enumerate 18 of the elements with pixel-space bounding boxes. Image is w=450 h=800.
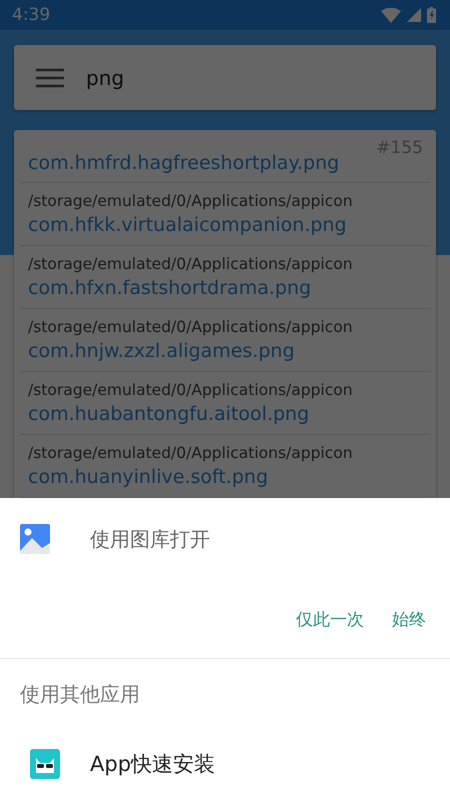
signal-icon [407, 8, 421, 22]
default-app-label[interactable]: 使用图库打开 [90, 526, 210, 552]
file-item[interactable]: /storage/emulated/0/Applications/appicon com.hfxn.fastshortdrama.png [20, 246, 430, 309]
status-time: 4:39 [12, 5, 52, 25]
file-item[interactable]: /storage/emulated/0/Applications/appicon com.hfkk.virtualaicompanion.png [20, 183, 430, 246]
menu-icon[interactable] [36, 68, 64, 88]
action-button[interactable]: 仅此一次 [286, 600, 374, 638]
file-item[interactable]: /storage/emulated/0/Applications/appicon com.hnjw.zxzl.aligames.png [20, 309, 430, 372]
battery-icon [427, 7, 436, 23]
app-icon [30, 749, 60, 779]
section-heading: 使用其他应用 [19, 681, 141, 708]
gallery-icon [20, 524, 50, 554]
file-item[interactable]: /storage/emulated/0/Applications/appicon com.huabantongfu.aitool.png [20, 372, 430, 435]
wifi-icon [381, 8, 401, 22]
app-option[interactable]: App快速安装 [0, 729, 450, 799]
search-field[interactable]: png [86, 66, 436, 90]
search-bar[interactable]: png [14, 45, 436, 110]
action-button[interactable]: 始终 [382, 600, 436, 638]
